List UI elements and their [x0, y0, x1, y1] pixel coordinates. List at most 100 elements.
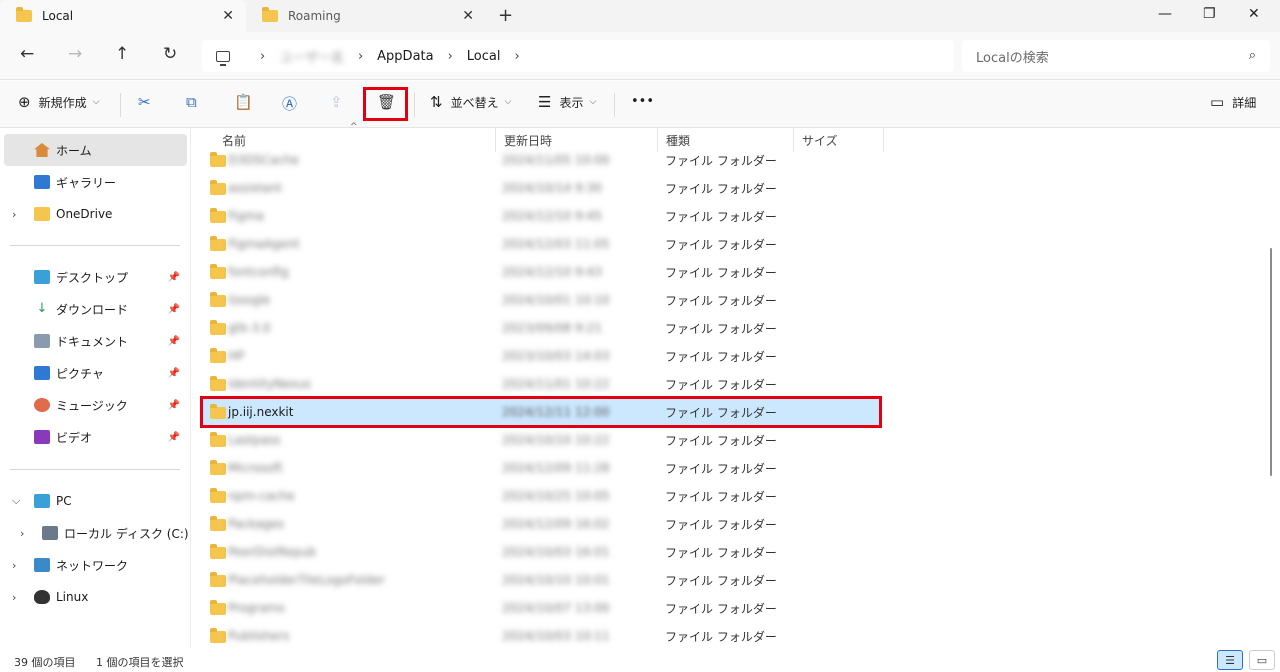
close-icon[interactable]: ✕ [222, 8, 234, 24]
table-row[interactable]: Lastpass 2024/10/10 10:22 ファイル フォルダー [202, 426, 880, 454]
table-row[interactable]: fontconfig 2024/12/10 9:43 ファイル フォルダー [202, 258, 880, 286]
sidebar-item-pictures[interactable]: ピクチャ 📌 [0, 357, 190, 389]
file-date: 2024/11/01 10:22 [502, 377, 610, 391]
new-tab-icon[interactable]: + [498, 5, 513, 26]
table-row[interactable]: HP 2023/10/03 14:03 ファイル フォルダー [202, 342, 880, 370]
table-row[interactable]: PeerDistRepub 2024/10/03 16:01 ファイル フォルダー [202, 538, 880, 566]
status-bar: 39 個の項目 1 個の項目を選択 ☰ ▭ [0, 648, 1280, 672]
file-name: Microsoft [228, 461, 283, 475]
cut-icon[interactable]: ✂ [138, 93, 151, 111]
table-row[interactable]: gtk-3.0 2023/09/08 9:21 ファイル フォルダー [202, 314, 880, 342]
forward-icon[interactable]: → [68, 44, 82, 64]
sidebar-item-gallery[interactable]: ギャラリー [0, 166, 190, 198]
restore-icon[interactable]: ❐ [1203, 6, 1216, 22]
details-button[interactable]: ▭ 詳細 [1210, 93, 1256, 111]
search-input[interactable]: Localの検索 ⌕ [962, 40, 1270, 72]
sidebar-item-label: ミュージック [56, 398, 128, 413]
sidebar-item-music[interactable]: ミュージック 📌 [0, 389, 190, 421]
pin-icon[interactable]: 📌 [168, 432, 180, 443]
more-button[interactable]: ••• [631, 94, 654, 109]
file-date: 2024/10/07 13:00 [502, 601, 610, 615]
table-row[interactable]: Publishers 2024/10/03 10:11 ファイル フォルダー [202, 622, 880, 650]
new-button[interactable]: ⊕ 新規作成 ⌵ [18, 93, 99, 111]
file-date: 2023/09/08 9:21 [502, 321, 602, 335]
up-icon[interactable]: ↑ [115, 44, 129, 64]
file-name: Lastpass [228, 433, 281, 447]
file-type: ファイル フォルダー [665, 573, 777, 588]
table-row[interactable]: D3DSCache 2024/11/05 10:00 ファイル フォルダー [202, 146, 880, 174]
file-name: jp.iij.nexkit [228, 405, 294, 419]
sidebar-item-desktop[interactable]: デスクトップ 📌 [0, 261, 190, 293]
folder-icon [210, 236, 226, 251]
sidebar-item-documents[interactable]: ドキュメント 📌 [0, 325, 190, 357]
close-icon[interactable]: ✕ [462, 8, 474, 24]
table-row[interactable]: npm-cache 2024/10/25 10:05 ファイル フォルダー [202, 482, 880, 510]
pin-icon[interactable]: 📌 [168, 400, 180, 411]
breadcrumb-user[interactable]: ユーザー名 [279, 47, 344, 66]
sidebar-item-home[interactable]: ホーム [4, 134, 187, 166]
chevron-right-icon[interactable]: › [20, 527, 24, 540]
table-row[interactable]: IdentityNexus 2024/11/01 10:22 ファイル フォルダー [202, 370, 880, 398]
refresh-icon[interactable]: ↻ [163, 44, 177, 64]
copy-icon[interactable]: ⧉ [186, 93, 197, 111]
table-row[interactable]: FigmaAgent 2024/12/03 11:05 ファイル フォルダー [202, 230, 880, 258]
minimize-icon[interactable]: — [1158, 6, 1172, 22]
file-date: 2024/10/03 16:01 [502, 545, 610, 559]
pin-icon[interactable]: 📌 [168, 336, 180, 347]
chevron-right-icon[interactable]: › [448, 49, 453, 64]
pin-icon[interactable]: 📌 [168, 368, 180, 379]
details-view-icon[interactable]: ☰ [1217, 650, 1243, 670]
file-type: ファイル フォルダー [665, 377, 777, 392]
table-row[interactable]: Programs 2024/10/07 13:00 ファイル フォルダー [202, 594, 880, 622]
table-row[interactable]: Microsoft 2024/12/09 11:28 ファイル フォルダー [202, 454, 880, 482]
tab-local[interactable]: Local ✕ [0, 0, 246, 32]
file-date: 2024/12/09 16:02 [502, 517, 610, 531]
file-name: fontconfig [228, 265, 289, 279]
table-row[interactable]: Figma 2024/12/10 9:45 ファイル フォルダー [202, 202, 880, 230]
tab-roaming[interactable]: Roaming ✕ [246, 0, 486, 32]
chevron-down-icon[interactable]: ⌵ [12, 494, 20, 508]
sidebar-item-downloads[interactable]: ↓ ダウンロード 📌 [0, 293, 190, 325]
file-type: ファイル フォルダー [665, 153, 777, 168]
sidebar-item-label: ホーム [56, 143, 92, 158]
folder-icon [16, 7, 32, 22]
folder-icon [210, 264, 226, 279]
address-bar[interactable]: › ユーザー名 › AppData › Local › [202, 40, 954, 72]
folder-icon [210, 180, 226, 195]
chevron-right-icon[interactable]: › [12, 208, 16, 221]
table-row[interactable]: assistant 2024/10/14 9:30 ファイル フォルダー [202, 174, 880, 202]
chevron-right-icon[interactable]: › [515, 49, 520, 64]
scrollbar[interactable] [1270, 248, 1272, 476]
table-row[interactable]: jp.iij.nexkit 2024/12/11 12:00 ファイル フォルダー [200, 396, 882, 428]
view-button[interactable]: ☰ 表示 ⌵ [538, 93, 596, 111]
sidebar-item-linux[interactable]: › Linux [0, 581, 190, 613]
sidebar-item-label: PC [56, 494, 72, 508]
file-type: ファイル フォルダー [665, 517, 777, 532]
paste-icon[interactable]: 📋 [234, 93, 253, 111]
file-date: 2024/12/10 9:43 [502, 265, 602, 279]
sidebar-item-onedrive[interactable]: › OneDrive [0, 198, 190, 230]
sidebar-item-network[interactable]: › ネットワーク [0, 549, 190, 581]
close-window-icon[interactable]: ✕ [1248, 6, 1260, 22]
table-row[interactable]: PlaceholderTileLogoFolder 2024/10/10 10:0… [202, 566, 880, 594]
tiles-view-icon[interactable]: ▭ [1249, 650, 1275, 670]
divider [414, 93, 415, 117]
share-icon[interactable]: ⇪ [330, 93, 343, 111]
pane-divider[interactable] [190, 128, 191, 648]
breadcrumb-appdata[interactable]: AppData [377, 49, 433, 64]
back-icon[interactable]: ← [20, 44, 34, 64]
table-row[interactable]: Packages 2024/12/09 16:02 ファイル フォルダー [202, 510, 880, 538]
pin-icon[interactable]: 📌 [168, 272, 180, 283]
chevron-right-icon[interactable]: › [358, 49, 363, 64]
sidebar-item-videos[interactable]: ビデオ 📌 [0, 421, 190, 453]
table-row[interactable]: Google 2024/10/01 10:10 ファイル フォルダー [202, 286, 880, 314]
sidebar-item-local-disk[interactable]: › ローカル ディスク (C:) [0, 517, 190, 549]
pin-icon[interactable]: 📌 [168, 304, 180, 315]
sidebar-item-pc[interactable]: ⌵ PC [0, 485, 190, 517]
chevron-right-icon[interactable]: › [12, 559, 16, 572]
chevron-right-icon[interactable]: › [12, 591, 16, 604]
chevron-right-icon[interactable]: › [260, 49, 265, 64]
breadcrumb-local[interactable]: Local [467, 49, 501, 64]
rename-icon[interactable]: Ⓐ [282, 93, 297, 114]
sort-button[interactable]: ⇅ 並べ替え ⌵ [430, 93, 511, 111]
